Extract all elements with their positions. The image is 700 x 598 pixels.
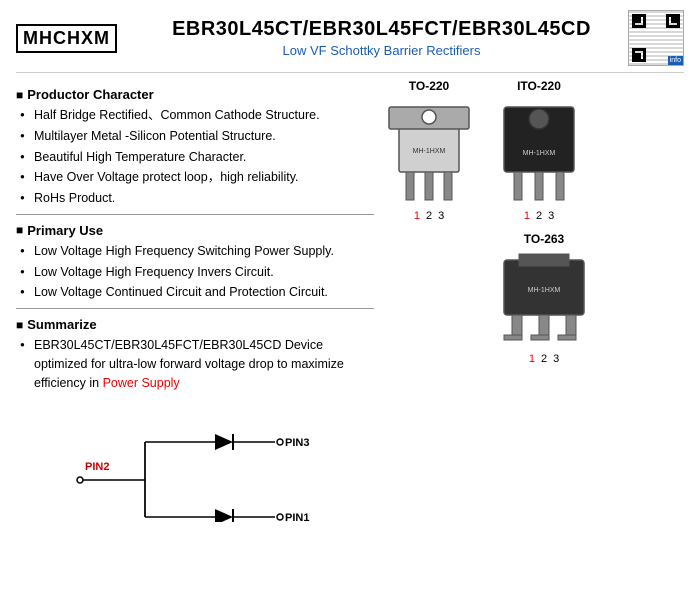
list-item: Beautiful High Temperature Character. — [20, 148, 374, 167]
primary-use-title: Primary Use — [16, 223, 374, 238]
header-title: EBR30L45CT/EBR30L45FCT/EBR30L45CD — [135, 18, 628, 41]
circuit-svg: PIN2 PIN3 — [55, 402, 335, 522]
to220-package: TO-220 MH-1HXM — [384, 79, 474, 222]
pin3-label: PIN3 — [285, 437, 309, 449]
circuit-diagram: PIN2 PIN3 — [16, 402, 374, 522]
svg-text:MH-1HXM: MH-1HXM — [528, 287, 561, 294]
to263-pins: 1 2 3 — [404, 353, 684, 365]
to220-svg: MH-1HXM — [384, 97, 474, 207]
ito220-pins: 1 2 3 — [494, 210, 584, 222]
to263-svg: MH-1HXM — [494, 250, 594, 350]
summarize-list: EBR30L45CT/EBR30L45FCT/EBR30L45CD Device… — [16, 336, 374, 392]
to263-pin3: 3 — [553, 353, 559, 365]
to220-pin1: 1 — [414, 210, 420, 222]
list-item: Low Voltage Continued Circuit and Protec… — [20, 283, 374, 302]
to263-label: TO-263 — [404, 232, 684, 246]
ito220-label: ITO-220 — [494, 79, 584, 93]
main-content: Productor Character Half Bridge Rectifie… — [16, 79, 684, 522]
summarize-title: Summarize — [16, 317, 374, 332]
to220-pin3: 3 — [438, 210, 444, 222]
ito220-svg: MH-1HXM — [494, 97, 584, 207]
page: MHCHXM EBR30L45CT/EBR30L45FCT/EBR30L45CD… — [0, 0, 700, 598]
right-column: TO-220 MH-1HXM — [384, 79, 684, 522]
packages-top: TO-220 MH-1HXM — [384, 79, 684, 222]
summarize-highlight: Power Supply — [103, 376, 180, 390]
to220-label: TO-220 — [384, 79, 474, 93]
list-item: Half Bridge Rectified、Common Cathode Str… — [20, 106, 374, 125]
to263-package: TO-263 MH-1HXM — [404, 232, 684, 365]
header-subtitle: Low VF Schottky Barrier Rectifiers — [135, 43, 628, 58]
logo: MHCHXM — [16, 24, 117, 53]
list-item: RoHs Product. — [20, 189, 374, 208]
header: MHCHXM EBR30L45CT/EBR30L45FCT/EBR30L45CD… — [16, 10, 684, 73]
left-column: Productor Character Half Bridge Rectifie… — [16, 79, 374, 522]
list-item: Multilayer Metal -Silicon Potential Stru… — [20, 127, 374, 146]
svg-text:MH-1HXM: MH-1HXM — [413, 148, 446, 155]
svg-text:MH-1HXM: MH-1HXM — [523, 150, 556, 157]
list-item: Have Over Voltage protect loop，high reli… — [20, 168, 374, 187]
ito220-pin2: 2 — [536, 210, 542, 222]
summarize-text1: EBR30L45CT/EBR30L45FCT/EBR30L45CD Device… — [34, 338, 344, 390]
productor-list: Half Bridge Rectified、Common Cathode Str… — [16, 106, 374, 208]
primary-use-list: Low Voltage High Frequency Switching Pow… — [16, 242, 374, 302]
to220-pins: 1 2 3 — [384, 210, 474, 222]
list-item: Low Voltage High Frequency Invers Circui… — [20, 263, 374, 282]
summarize-item: EBR30L45CT/EBR30L45FCT/EBR30L45CD Device… — [20, 336, 374, 392]
productor-title: Productor Character — [16, 87, 374, 102]
header-center: EBR30L45CT/EBR30L45FCT/EBR30L45CD Low VF… — [135, 18, 628, 58]
ito220-package: ITO-220 MH-1HXM 1 — [494, 79, 584, 222]
to220-pin2: 2 — [426, 210, 432, 222]
pin2-label: PIN2 — [85, 461, 109, 473]
qr-code: info — [628, 10, 684, 66]
to263-pin1: 1 — [529, 353, 535, 365]
pin1-label: PIN1 — [285, 512, 309, 522]
to263-pin2: 2 — [541, 353, 547, 365]
list-item: Low Voltage High Frequency Switching Pow… — [20, 242, 374, 261]
ito220-pin3: 3 — [548, 210, 554, 222]
ito220-pin1: 1 — [524, 210, 530, 222]
